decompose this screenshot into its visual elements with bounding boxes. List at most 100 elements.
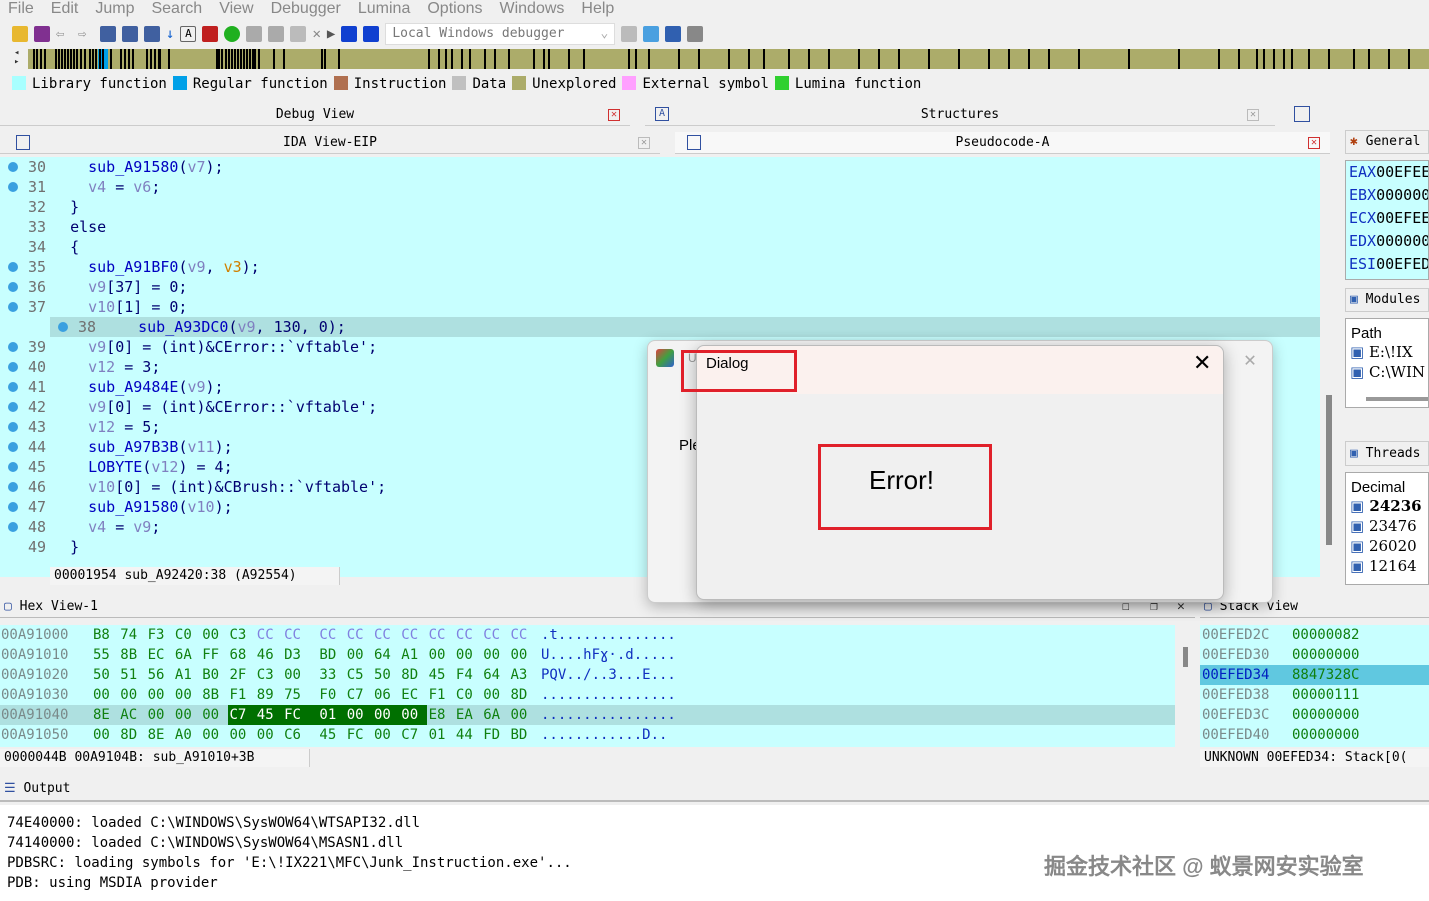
hex-byte[interactable]: 00 bbox=[255, 725, 276, 745]
hex-byte[interactable]: BD bbox=[509, 725, 530, 745]
hex-icon[interactable] bbox=[100, 26, 116, 42]
open-icon[interactable] bbox=[12, 26, 28, 42]
ida-view-tab[interactable]: IDA View-EIP ✕ bbox=[0, 132, 660, 154]
close-icon[interactable]: ✕ bbox=[608, 109, 620, 121]
breakpoint-dot-icon[interactable] bbox=[8, 362, 18, 372]
module-row[interactable]: ▣ E:\!IX bbox=[1346, 342, 1428, 362]
hex-byte[interactable]: 00 bbox=[173, 705, 194, 725]
hex-byte[interactable]: B8 bbox=[91, 625, 112, 645]
thread-row[interactable]: ▣ 12164 bbox=[1346, 556, 1428, 576]
hex-byte[interactable]: 8D bbox=[399, 665, 420, 685]
hex-byte[interactable]: 00 bbox=[481, 685, 502, 705]
output-window[interactable]: 掘金技术社区 @ 蚁景网安实验室 74E40000: loaded C:\WIN… bbox=[0, 805, 1429, 901]
stack-view[interactable]: 00EFED2C 00000082 00EFED30 00000000 00EFED34… bbox=[1200, 625, 1429, 747]
hex-byte[interactable]: 00 bbox=[200, 725, 221, 745]
hex-byte[interactable]: 44 bbox=[454, 725, 475, 745]
hex-byte[interactable]: CC bbox=[372, 625, 393, 645]
hex-byte[interactable]: 00 bbox=[372, 725, 393, 745]
hex-byte[interactable]: 00 bbox=[146, 685, 167, 705]
stack-row[interactable]: 00EFED38 00000111 bbox=[1200, 685, 1429, 705]
menu-item-view[interactable]: View bbox=[219, 0, 253, 20]
menu-item-edit[interactable]: Edit bbox=[51, 0, 79, 20]
code-line[interactable]: 37 v10[1] = 0; bbox=[0, 297, 1320, 317]
hex-byte[interactable]: BD bbox=[317, 645, 338, 665]
debug-view-tab[interactable]: Debug View ✕ bbox=[0, 104, 630, 126]
menu-item-search[interactable]: Search bbox=[151, 0, 202, 20]
hex-byte[interactable]: EC bbox=[399, 685, 420, 705]
hex-byte[interactable]: C7 bbox=[227, 705, 255, 725]
hex-byte[interactable]: 45 bbox=[254, 705, 283, 725]
hex-byte[interactable]: 00 bbox=[282, 665, 303, 685]
hex-byte[interactable]: 51 bbox=[118, 665, 139, 685]
register-row[interactable]: ECX00EFEE bbox=[1346, 207, 1428, 230]
hex-byte[interactable]: 8D bbox=[509, 685, 530, 705]
hex-byte[interactable]: C5 bbox=[345, 665, 366, 685]
hex-byte[interactable]: FD bbox=[481, 725, 502, 745]
hex-byte[interactable]: B0 bbox=[200, 665, 221, 685]
hex-row[interactable]: 00A91030 00 00 00 00 8B F1 89 75 F0 C7 06 EC F1 C0 00 8D… bbox=[0, 685, 1175, 705]
trace-icon[interactable] bbox=[665, 26, 682, 42]
hex-byte[interactable]: CC bbox=[317, 625, 338, 645]
hex-scrollbar[interactable] bbox=[1183, 647, 1188, 667]
close-icon[interactable]: ✕ bbox=[312, 26, 320, 42]
hex-byte[interactable]: 00 bbox=[481, 645, 502, 665]
hex-byte[interactable]: C3 bbox=[228, 625, 249, 645]
hex-byte[interactable]: 8E bbox=[146, 725, 167, 745]
breakpoint-icon[interactable] bbox=[687, 26, 704, 42]
hex-byte[interactable]: 00 bbox=[173, 685, 194, 705]
step-into-icon[interactable] bbox=[643, 26, 660, 42]
hex-byte[interactable]: 00 bbox=[399, 705, 427, 725]
hex-byte[interactable]: CC bbox=[427, 625, 448, 645]
hex-byte[interactable]: C0 bbox=[454, 685, 475, 705]
code-line[interactable]: 31 v4 = v6; bbox=[0, 177, 1320, 197]
hex-byte[interactable]: C7 bbox=[345, 685, 366, 705]
font-icon[interactable]: A bbox=[180, 26, 197, 42]
hex-byte[interactable]: 00 bbox=[200, 625, 221, 645]
stack-row[interactable]: 00EFED2C 00000082 bbox=[1200, 625, 1429, 645]
hex-byte[interactable]: CC bbox=[481, 625, 502, 645]
register-row[interactable]: ESI00EFED bbox=[1346, 253, 1428, 276]
hex-byte[interactable]: CC bbox=[282, 625, 303, 645]
breakpoint-dot-icon[interactable] bbox=[8, 302, 18, 312]
hex-byte[interactable]: F3 bbox=[146, 625, 167, 645]
register-row[interactable]: EAX00EFEE bbox=[1346, 161, 1428, 184]
pseudocode-tab[interactable]: Pseudocode-A ✕ bbox=[675, 132, 1330, 154]
hex-byte[interactable]: 00 bbox=[146, 705, 167, 725]
breakpoint-dot-icon[interactable] bbox=[8, 402, 18, 412]
hex-row[interactable]: 00A91000 B8 74 F3 C0 00 C3 CC CC CC CC CC CC CC CC CC CC… bbox=[0, 625, 1175, 645]
modules-scrollbar[interactable] bbox=[1366, 397, 1428, 401]
navigation-band[interactable] bbox=[28, 49, 1429, 69]
breakpoint-dot-icon[interactable] bbox=[8, 442, 18, 452]
structures-tab[interactable]: A Structures ✕ bbox=[645, 104, 1275, 126]
hex-row[interactable]: 00A91010 55 8B EC 6A FF 68 46 D3 BD 00 64 A1 00 00 00 00… bbox=[0, 645, 1175, 665]
hex-byte[interactable]: 50 bbox=[91, 665, 112, 685]
hex-byte[interactable]: 00 bbox=[345, 645, 366, 665]
hex-byte[interactable]: 01 bbox=[427, 725, 448, 745]
hex-byte[interactable]: 00 bbox=[509, 705, 530, 725]
menu-item-debugger[interactable]: Debugger bbox=[271, 0, 341, 20]
hex-byte[interactable]: 00 bbox=[91, 685, 112, 705]
hex-byte[interactable]: 50 bbox=[372, 665, 393, 685]
panel-icon[interactable] bbox=[1294, 106, 1310, 122]
pause-icon[interactable] bbox=[341, 26, 358, 42]
menu-item-help[interactable]: Help bbox=[581, 0, 614, 20]
text-icon[interactable] bbox=[122, 26, 138, 42]
hex-byte[interactable]: CC bbox=[345, 625, 366, 645]
breakpoint-dot-icon[interactable] bbox=[8, 422, 18, 432]
breakpoint-dot-icon[interactable] bbox=[8, 462, 18, 472]
hex-byte[interactable]: 00 bbox=[372, 705, 400, 725]
general-registers-tab[interactable]: ✱ General registers bbox=[1345, 130, 1429, 154]
breakpoint-dot-icon[interactable] bbox=[8, 522, 18, 532]
menu-item-file[interactable]: File bbox=[8, 0, 34, 20]
hex-byte[interactable]: C0 bbox=[173, 625, 194, 645]
hex-byte[interactable]: EA bbox=[454, 705, 475, 725]
hex-byte[interactable]: FC bbox=[345, 725, 366, 745]
debugger-select[interactable]: Local Windows debugger ⌄ bbox=[385, 23, 616, 45]
stack-row[interactable]: 00EFED34 8847328C bbox=[1200, 665, 1429, 685]
stop-debug-icon[interactable] bbox=[363, 26, 380, 42]
hex-row[interactable]: 00A91020 50 51 56 A1 B0 2F C3 00 33 C5 50 8D 45 F4 64 A3… bbox=[0, 665, 1175, 685]
data-icon[interactable] bbox=[268, 26, 285, 42]
hex-byte[interactable]: 68 bbox=[228, 645, 249, 665]
stop-icon[interactable] bbox=[202, 26, 219, 42]
hex-byte[interactable]: FF bbox=[200, 645, 221, 665]
